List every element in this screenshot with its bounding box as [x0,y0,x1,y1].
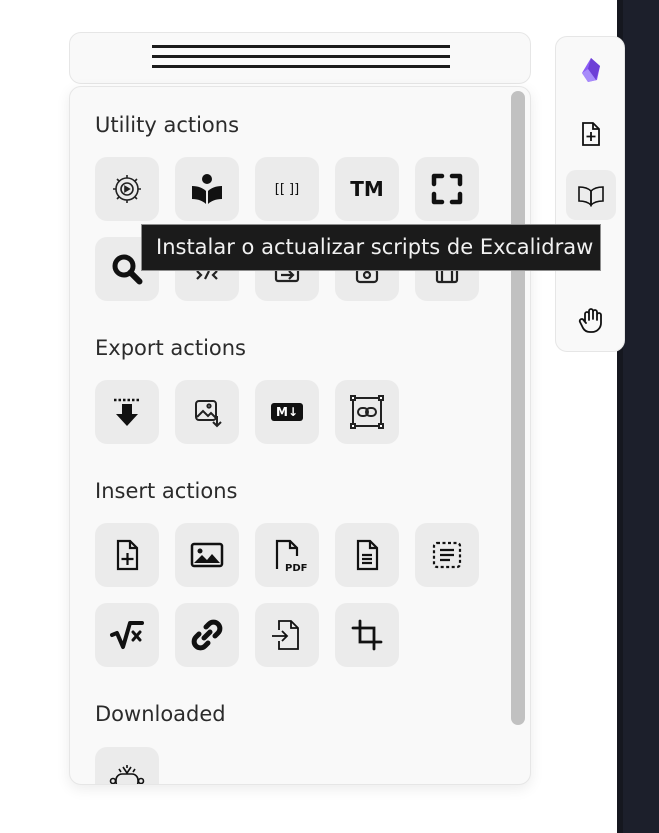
save-to-file-button[interactable] [95,380,159,444]
hand-tool-icon [578,308,602,333]
section-title-export: Export actions [95,336,246,360]
new-drawing-button[interactable] [566,109,616,159]
section-title-insert: Insert actions [95,479,238,503]
settings-video-button[interactable] [95,157,159,221]
panel-scrollbar[interactable] [511,91,525,725]
pdf-label: PDF [285,563,308,574]
fullscreen-button[interactable] [415,157,479,221]
insert-document-icon [356,539,379,571]
section-title-downloaded: Downloaded [95,702,226,726]
script-bot-icon [109,765,145,784]
hand-tool-button[interactable] [566,295,616,345]
wikilink-button[interactable]: [[ ]] [255,157,319,221]
insert-text-block-button[interactable] [415,523,479,587]
markdown-button[interactable]: M↓ [255,380,319,444]
fullscreen-icon [431,173,463,205]
embed-link-button[interactable] [335,380,399,444]
insert-text-block-icon [432,541,462,569]
read-book-icon [192,174,222,204]
insert-pdf-button[interactable]: PDF [255,523,319,587]
embed-link-icon [350,395,384,429]
tools-panel: Utility actions [[ ]] TM Export actions … [69,86,531,785]
markdown-icon: M↓ [271,403,303,421]
crop-icon [351,619,383,651]
export-image-icon [195,400,222,428]
downloaded-script-button[interactable] [95,747,159,784]
latex-formula-icon [110,621,144,649]
export-image-button[interactable] [175,380,239,444]
insert-document-button[interactable] [335,523,399,587]
book-view-button[interactable] [566,170,616,220]
read-mode-button[interactable] [175,157,239,221]
obsidian-logo-button[interactable] [566,45,616,95]
new-drawing-icon [582,122,600,146]
insert-link-icon [191,619,223,651]
tooltip: Instalar o actualizar scripts de Excalid… [141,224,601,271]
obsidian-logo-icon [582,58,600,82]
wikilink-brackets-icon: [[ ]] [274,181,300,197]
crop-button[interactable] [335,603,399,667]
insert-image-button[interactable] [175,523,239,587]
search-icon [112,254,143,285]
panel-drag-handle[interactable] [69,32,531,84]
import-file-icon [272,620,299,650]
trademark-icon: TM [350,177,384,201]
book-icon [578,186,604,207]
save-to-bottom-icon [114,398,140,426]
trademark-button[interactable]: TM [335,157,399,221]
hamburger-icon [152,45,450,75]
section-title-utility: Utility actions [95,113,240,137]
side-toolbar [555,36,625,352]
settings-video-icon [113,175,141,203]
insert-link-button[interactable] [175,603,239,667]
new-file-button[interactable] [95,523,159,587]
new-file-icon [116,539,139,571]
latex-formula-button[interactable] [95,603,159,667]
insert-image-icon [190,542,224,568]
import-file-button[interactable] [255,603,319,667]
